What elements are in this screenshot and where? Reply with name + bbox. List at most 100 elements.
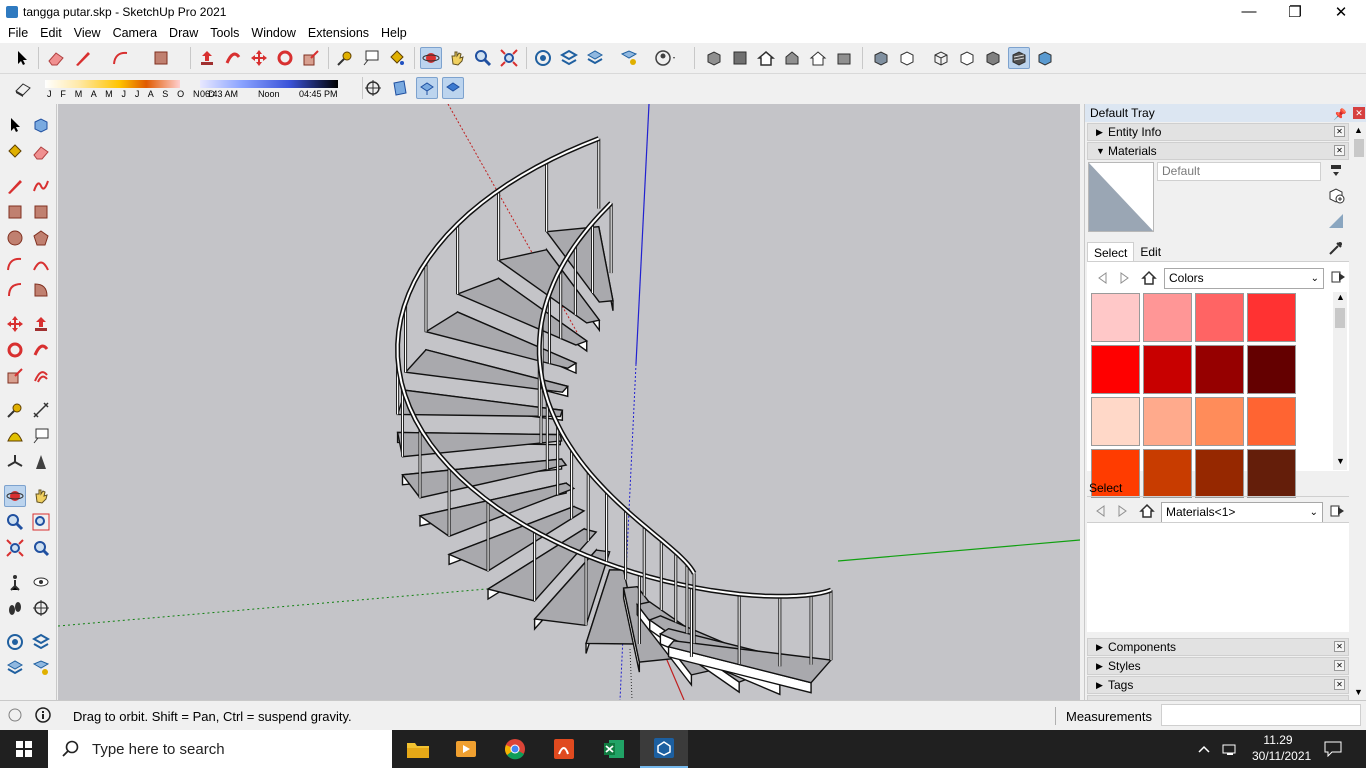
text-tool-icon[interactable] xyxy=(360,47,382,69)
eraser-icon[interactable] xyxy=(30,141,52,163)
extension-warehouse-icon[interactable] xyxy=(558,47,580,69)
tray-scrollbar[interactable]: ▲ ▼ xyxy=(1351,123,1366,700)
protractor-icon[interactable] xyxy=(4,425,26,447)
menu-tools[interactable]: Tools xyxy=(204,23,245,43)
shaded-textures-style-icon[interactable] xyxy=(1008,47,1030,69)
menu-camera[interactable]: Camera xyxy=(107,23,163,43)
default-material-icon[interactable] xyxy=(1325,210,1347,232)
offset-tool-icon[interactable] xyxy=(30,365,52,387)
panel-close-icon[interactable]: ✕ xyxy=(1334,679,1345,690)
color-swatch[interactable] xyxy=(1143,345,1192,394)
follow-me-icon[interactable] xyxy=(30,339,52,361)
layout-icon[interactable] xyxy=(4,657,26,679)
shadow-settings-icon[interactable] xyxy=(12,77,34,99)
rectangle-tool-icon[interactable] xyxy=(150,47,172,69)
scroll-down-icon[interactable]: ▼ xyxy=(1336,456,1345,466)
rotate-tool-icon[interactable] xyxy=(4,339,26,361)
sketchup-taskbar-icon[interactable] xyxy=(640,730,688,768)
3d-text-icon[interactable] xyxy=(30,451,52,473)
zoom-tool-icon[interactable] xyxy=(4,511,26,533)
panel-close-icon[interactable]: ✕ xyxy=(1334,145,1345,156)
menu-file[interactable]: File xyxy=(2,23,34,43)
panel-close-icon[interactable]: ✕ xyxy=(1334,641,1345,652)
menu-window[interactable]: Window xyxy=(245,23,301,43)
entity-info-header[interactable]: ▶ Entity Info ✕ xyxy=(1087,123,1349,141)
zoom-tool-icon[interactable] xyxy=(472,47,494,69)
home-icon[interactable] xyxy=(1138,267,1160,289)
walk-tool-icon[interactable] xyxy=(4,597,26,619)
chrome-icon[interactable] xyxy=(491,730,539,768)
previous-view-icon[interactable] xyxy=(30,537,52,559)
swatch-scrollbar[interactable]: ▲ ▼ xyxy=(1333,292,1347,470)
move-tool-icon[interactable] xyxy=(248,47,270,69)
zoom-extents-icon[interactable] xyxy=(4,537,26,559)
color-swatch[interactable] xyxy=(1195,345,1244,394)
color-swatch[interactable] xyxy=(1143,293,1192,342)
panel-close-icon[interactable]: ✕ xyxy=(1334,126,1345,137)
shaded-style-icon[interactable] xyxy=(982,47,1004,69)
polygon-tool-icon[interactable] xyxy=(30,227,52,249)
tape-measure-icon[interactable] xyxy=(4,399,26,421)
xray-style-icon[interactable] xyxy=(870,47,892,69)
circle-tool-icon[interactable] xyxy=(4,227,26,249)
taskbar-clock[interactable]: 11.29 30/11/2021 xyxy=(1252,732,1311,764)
right-view-icon[interactable] xyxy=(781,47,803,69)
geolocation-icon[interactable] xyxy=(4,704,26,726)
line-tool-icon[interactable] xyxy=(4,175,26,197)
color-swatch[interactable] xyxy=(1091,397,1140,446)
back-edges-style-icon[interactable] xyxy=(896,47,918,69)
eraser-tool-icon[interactable] xyxy=(45,47,67,69)
materials-header[interactable]: ▼ Materials ✕ xyxy=(1087,142,1349,160)
minimize-button[interactable]: — xyxy=(1226,0,1272,23)
paint-bucket-icon[interactable] xyxy=(4,141,26,163)
create-material-icon[interactable] xyxy=(1325,184,1347,206)
iso-view-icon[interactable] xyxy=(703,47,725,69)
back-arrow-icon[interactable] xyxy=(1089,500,1111,522)
sample-paint-icon[interactable] xyxy=(1325,237,1347,259)
orbit-tool-icon[interactable] xyxy=(4,485,26,507)
secondary-collection-dropdown[interactable]: Materials<1> ⌄ xyxy=(1161,502,1323,523)
orbit-tool-icon[interactable] xyxy=(420,47,442,69)
select-tool-icon[interactable] xyxy=(11,47,33,69)
dimension-tool-icon[interactable] xyxy=(30,399,52,421)
notification-icon[interactable] xyxy=(1324,730,1342,768)
color-swatch[interactable] xyxy=(1091,293,1140,342)
rectangle-tool-icon[interactable] xyxy=(4,201,26,223)
color-swatch[interactable] xyxy=(1195,397,1244,446)
menu-view[interactable]: View xyxy=(68,23,107,43)
section-plane-icon[interactable] xyxy=(30,597,52,619)
scroll-up-icon[interactable]: ▲ xyxy=(1354,125,1363,135)
front-view-icon[interactable] xyxy=(755,47,777,69)
show-hidden-icons-icon[interactable] xyxy=(1197,730,1211,768)
maximize-button[interactable]: ❐ xyxy=(1272,0,1318,23)
color-swatch[interactable] xyxy=(1247,293,1296,342)
components-header[interactable]: ▶ Components ✕ xyxy=(1087,638,1349,656)
three-point-arc-icon[interactable] xyxy=(4,279,26,301)
push-pull-tool-icon[interactable] xyxy=(196,47,218,69)
menu-draw[interactable]: Draw xyxy=(163,23,204,43)
network-icon[interactable] xyxy=(1222,730,1240,768)
time-slider[interactable] xyxy=(200,80,338,88)
acrobat-icon[interactable] xyxy=(540,730,588,768)
pin-icon[interactable]: 📌 xyxy=(1333,106,1347,124)
top-view-icon[interactable] xyxy=(729,47,751,69)
forward-arrow-icon[interactable] xyxy=(1114,267,1136,289)
select-tool-icon[interactable] xyxy=(4,114,26,136)
back-view-icon[interactable] xyxy=(807,47,829,69)
extension-manager-icon[interactable] xyxy=(618,47,640,69)
tab-edit[interactable]: Edit xyxy=(1134,242,1167,262)
wireframe-style-icon[interactable] xyxy=(930,47,952,69)
menu-help[interactable]: Help xyxy=(375,23,413,43)
make-component-icon[interactable] xyxy=(30,114,52,136)
extension-warehouse-icon[interactable] xyxy=(30,631,52,653)
pan-tool-icon[interactable] xyxy=(446,47,468,69)
look-around-icon[interactable] xyxy=(30,571,52,593)
close-button[interactable]: ✕ xyxy=(1318,0,1364,23)
color-swatch[interactable] xyxy=(1247,397,1296,446)
axes-tool-icon[interactable] xyxy=(4,451,26,473)
pie-tool-icon[interactable] xyxy=(30,279,52,301)
drawing-viewport[interactable] xyxy=(58,104,1080,700)
hidden-line-style-icon[interactable] xyxy=(956,47,978,69)
media-player-icon[interactable] xyxy=(442,730,490,768)
measurements-input[interactable] xyxy=(1161,704,1361,726)
